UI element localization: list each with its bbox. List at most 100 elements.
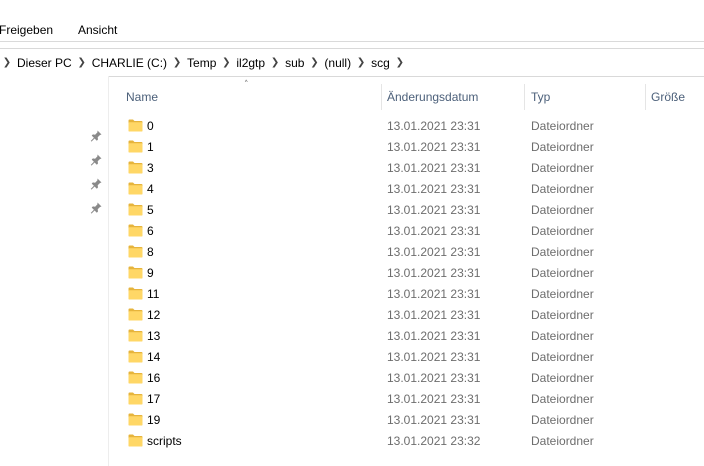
file-modified-date: 13.01.2021 23:31 — [387, 329, 481, 343]
folder-icon — [128, 119, 143, 132]
folder-icon — [128, 203, 143, 216]
file-type: Dateiordner — [531, 392, 594, 406]
chevron-right-icon[interactable]: ❯ — [354, 57, 368, 68]
file-type: Dateiordner — [531, 266, 594, 280]
pin-icon[interactable] — [89, 129, 103, 143]
list-item[interactable]: 12 13.01.2021 23:31 Dateiordner — [109, 305, 704, 326]
list-item[interactable]: 1 13.01.2021 23:31 Dateiordner — [109, 137, 704, 158]
pin-icon[interactable] — [89, 201, 103, 215]
file-name[interactable]: 0 — [147, 119, 154, 133]
folder-icon — [128, 413, 143, 426]
folder-icon — [128, 308, 143, 321]
file-modified-date: 13.01.2021 23:31 — [387, 140, 481, 154]
file-modified-date: 13.01.2021 23:32 — [387, 434, 481, 448]
file-name[interactable]: 13 — [147, 329, 160, 343]
breadcrumb-dieser-pc[interactable]: Dieser PC — [14, 56, 75, 70]
file-name[interactable]: 1 — [147, 140, 154, 154]
file-type: Dateiordner — [531, 434, 594, 448]
chevron-right-icon[interactable]: ❯ — [393, 57, 407, 68]
pin-icon[interactable] — [89, 153, 103, 167]
file-name[interactable]: 16 — [147, 371, 160, 385]
column-header-type[interactable]: Typ — [531, 84, 550, 110]
file-name[interactable]: 11 — [147, 287, 159, 301]
breadcrumb-il2gtp[interactable]: il2gtp — [233, 56, 268, 70]
column-header-date[interactable]: Änderungsdatum — [387, 84, 478, 110]
file-name[interactable]: 9 — [147, 266, 154, 280]
file-name[interactable]: 6 — [147, 224, 154, 238]
chevron-right-icon[interactable]: ❯ — [0, 57, 14, 68]
column-divider[interactable] — [381, 84, 382, 110]
file-name[interactable]: 14 — [147, 350, 160, 364]
list-item[interactable]: 5 13.01.2021 23:31 Dateiordner — [109, 200, 704, 221]
folder-icon — [128, 266, 143, 279]
list-item[interactable]: 3 13.01.2021 23:31 Dateiordner — [109, 158, 704, 179]
list-item[interactable]: 4 13.01.2021 23:31 Dateiordner — [109, 179, 704, 200]
file-name[interactable]: 17 — [147, 392, 160, 406]
file-modified-date: 13.01.2021 23:31 — [387, 308, 481, 322]
file-name[interactable]: 8 — [147, 245, 154, 259]
file-type: Dateiordner — [531, 203, 594, 217]
file-list: 0 13.01.2021 23:31 Dateiordner 1 13.01.2021 … — [109, 116, 704, 452]
column-header-size[interactable]: Größe — [651, 84, 685, 110]
list-item[interactable]: 17 13.01.2021 23:31 Dateiordner — [109, 389, 704, 410]
file-type: Dateiordner — [531, 350, 594, 364]
file-name[interactable]: scripts — [147, 434, 182, 448]
file-name[interactable]: 19 — [147, 413, 160, 427]
chevron-right-icon[interactable]: ❯ — [170, 57, 184, 68]
breadcrumb-scg[interactable]: scg — [368, 56, 393, 70]
chevron-right-icon[interactable]: ❯ — [219, 57, 233, 68]
file-name[interactable]: 3 — [147, 161, 154, 175]
file-type: Dateiordner — [531, 308, 594, 322]
column-divider[interactable] — [524, 84, 525, 110]
sort-ascending-icon: ˄ — [244, 80, 249, 90]
folder-icon — [128, 434, 143, 447]
breadcrumb-sub[interactable]: sub — [282, 56, 307, 70]
file-type: Dateiordner — [531, 287, 594, 301]
chevron-right-icon[interactable]: ❯ — [268, 57, 282, 68]
breadcrumb-charlie-drive[interactable]: CHARLIE (C:) — [89, 56, 170, 70]
file-type: Dateiordner — [531, 161, 594, 175]
list-item[interactable]: 6 13.01.2021 23:31 Dateiordner — [109, 221, 704, 242]
breadcrumb-temp[interactable]: Temp — [184, 56, 219, 70]
column-header-name[interactable]: Name — [126, 84, 158, 110]
list-item[interactable]: 14 13.01.2021 23:31 Dateiordner — [109, 347, 704, 368]
pin-icon[interactable] — [89, 177, 103, 191]
folder-icon — [128, 287, 143, 300]
breadcrumb: ❯ Dieser PC ❯ CHARLIE (C:) ❯ Temp ❯ il2g… — [0, 49, 407, 76]
ribbon-tab-bar: Freigeben Ansicht — [0, 0, 704, 41]
list-item[interactable]: 16 13.01.2021 23:31 Dateiordner — [109, 368, 704, 389]
file-name[interactable]: 4 — [147, 182, 154, 196]
list-item[interactable]: 13 13.01.2021 23:31 Dateiordner — [109, 326, 704, 347]
tab-ansicht[interactable]: Ansicht — [78, 23, 117, 37]
list-item[interactable]: 19 13.01.2021 23:31 Dateiordner — [109, 410, 704, 431]
chevron-right-icon[interactable]: ❯ — [75, 57, 89, 68]
folder-icon — [128, 182, 143, 195]
file-modified-date: 13.01.2021 23:31 — [387, 350, 481, 364]
file-modified-date: 13.01.2021 23:31 — [387, 287, 481, 301]
file-modified-date: 13.01.2021 23:31 — [387, 119, 481, 133]
file-modified-date: 13.01.2021 23:31 — [387, 224, 481, 238]
breadcrumb-null[interactable]: (null) — [321, 56, 354, 70]
file-type: Dateiordner — [531, 119, 594, 133]
file-modified-date: 13.01.2021 23:31 — [387, 245, 481, 259]
file-modified-date: 13.01.2021 23:31 — [387, 203, 481, 217]
list-item[interactable]: 11 13.01.2021 23:31 Dateiordner — [109, 284, 704, 305]
file-type: Dateiordner — [531, 140, 594, 154]
file-name[interactable]: 12 — [147, 308, 160, 322]
file-modified-date: 13.01.2021 23:31 — [387, 371, 481, 385]
list-item[interactable]: 8 13.01.2021 23:31 Dateiordner — [109, 242, 704, 263]
navigation-pane[interactable] — [0, 76, 109, 466]
file-modified-date: 13.01.2021 23:31 — [387, 392, 481, 406]
folder-icon — [128, 224, 143, 237]
column-divider[interactable] — [645, 84, 646, 110]
chevron-right-icon[interactable]: ❯ — [307, 57, 321, 68]
list-item[interactable]: 9 13.01.2021 23:31 Dateiordner — [109, 263, 704, 284]
list-item[interactable]: 0 13.01.2021 23:31 Dateiordner — [109, 116, 704, 137]
address-bar[interactable]: ❯ Dieser PC ❯ CHARLIE (C:) ❯ Temp ❯ il2g… — [0, 48, 704, 77]
tab-freigeben[interactable]: Freigeben — [0, 23, 53, 37]
file-name[interactable]: 5 — [147, 203, 154, 217]
file-type: Dateiordner — [531, 413, 594, 427]
list-item[interactable]: scripts 13.01.2021 23:32 Dateiordner — [109, 431, 704, 452]
folder-icon — [128, 140, 143, 153]
folder-icon — [128, 350, 143, 363]
